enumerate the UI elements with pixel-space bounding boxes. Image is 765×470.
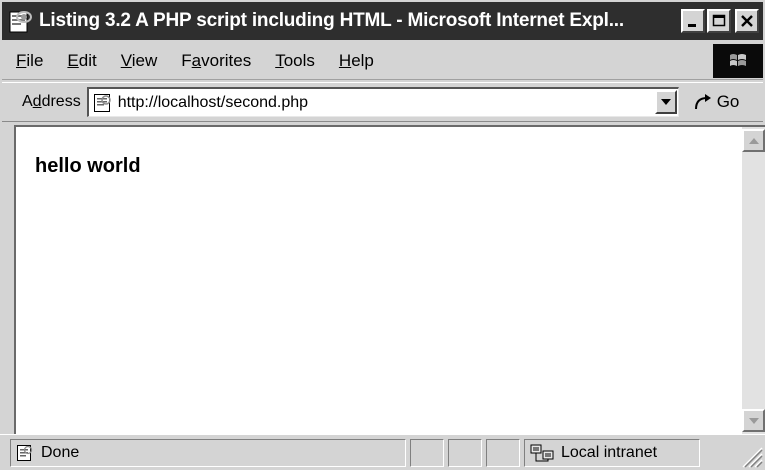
throbber <box>713 43 763 78</box>
status-bar: Done Local intranet <box>0 434 765 470</box>
menu-bar: File Edit View Favorites Tools Help <box>2 42 763 80</box>
close-icon <box>741 15 753 27</box>
menu-file[interactable]: File <box>2 51 55 71</box>
status-pane-progress <box>410 439 444 467</box>
browser-window: Listing 3.2 A PHP script including HTML … <box>0 0 765 470</box>
address-label: Address <box>22 93 81 110</box>
address-dropdown-button[interactable] <box>654 90 677 114</box>
menu-help[interactable]: Help <box>327 51 386 71</box>
chevron-down-icon <box>660 99 671 105</box>
address-input[interactable] <box>117 93 638 112</box>
page-icon <box>92 92 114 114</box>
chevron-down-icon <box>749 418 759 424</box>
page-done-icon <box>17 445 33 461</box>
content-frame: hello world <box>14 125 765 434</box>
go-button[interactable]: Go <box>693 92 740 112</box>
status-pane-main: Done <box>10 439 406 467</box>
minimize-button[interactable] <box>681 9 705 33</box>
menu-tools[interactable]: Tools <box>263 51 327 71</box>
address-box[interactable] <box>86 87 679 117</box>
ie-page-icon <box>7 8 33 34</box>
go-arrow-icon <box>694 94 711 110</box>
status-pane-offline <box>486 439 520 467</box>
status-pane-zone: Local intranet <box>524 439 700 467</box>
status-text: Done <box>41 444 80 461</box>
maximize-button[interactable] <box>707 9 731 33</box>
local-intranet-icon <box>530 444 554 462</box>
menu-view[interactable]: View <box>109 51 170 71</box>
zone-text: Local intranet <box>561 444 658 461</box>
chevron-up-icon <box>749 138 759 144</box>
status-pane-secure <box>448 439 482 467</box>
page-heading: hello world <box>35 155 141 177</box>
vertical-scrollbar[interactable] <box>742 127 765 434</box>
scroll-up-button[interactable] <box>742 129 765 152</box>
title-bar[interactable]: Listing 3.2 A PHP script including HTML … <box>2 2 763 40</box>
menu-favorites[interactable]: Favorites <box>169 51 263 71</box>
windows-logo-icon <box>730 53 746 66</box>
menu-edit[interactable]: Edit <box>55 51 108 71</box>
window-title: Listing 3.2 A PHP script including HTML … <box>39 10 624 31</box>
address-bar: Address Go <box>2 82 763 122</box>
window-controls <box>681 9 759 33</box>
minimize-icon <box>688 24 696 27</box>
page-content: hello world <box>16 127 740 434</box>
resize-grip-icon[interactable] <box>735 440 763 468</box>
maximize-icon <box>712 14 726 27</box>
scroll-down-button[interactable] <box>742 409 765 432</box>
go-label: Go <box>716 92 740 111</box>
close-button[interactable] <box>735 9 759 33</box>
